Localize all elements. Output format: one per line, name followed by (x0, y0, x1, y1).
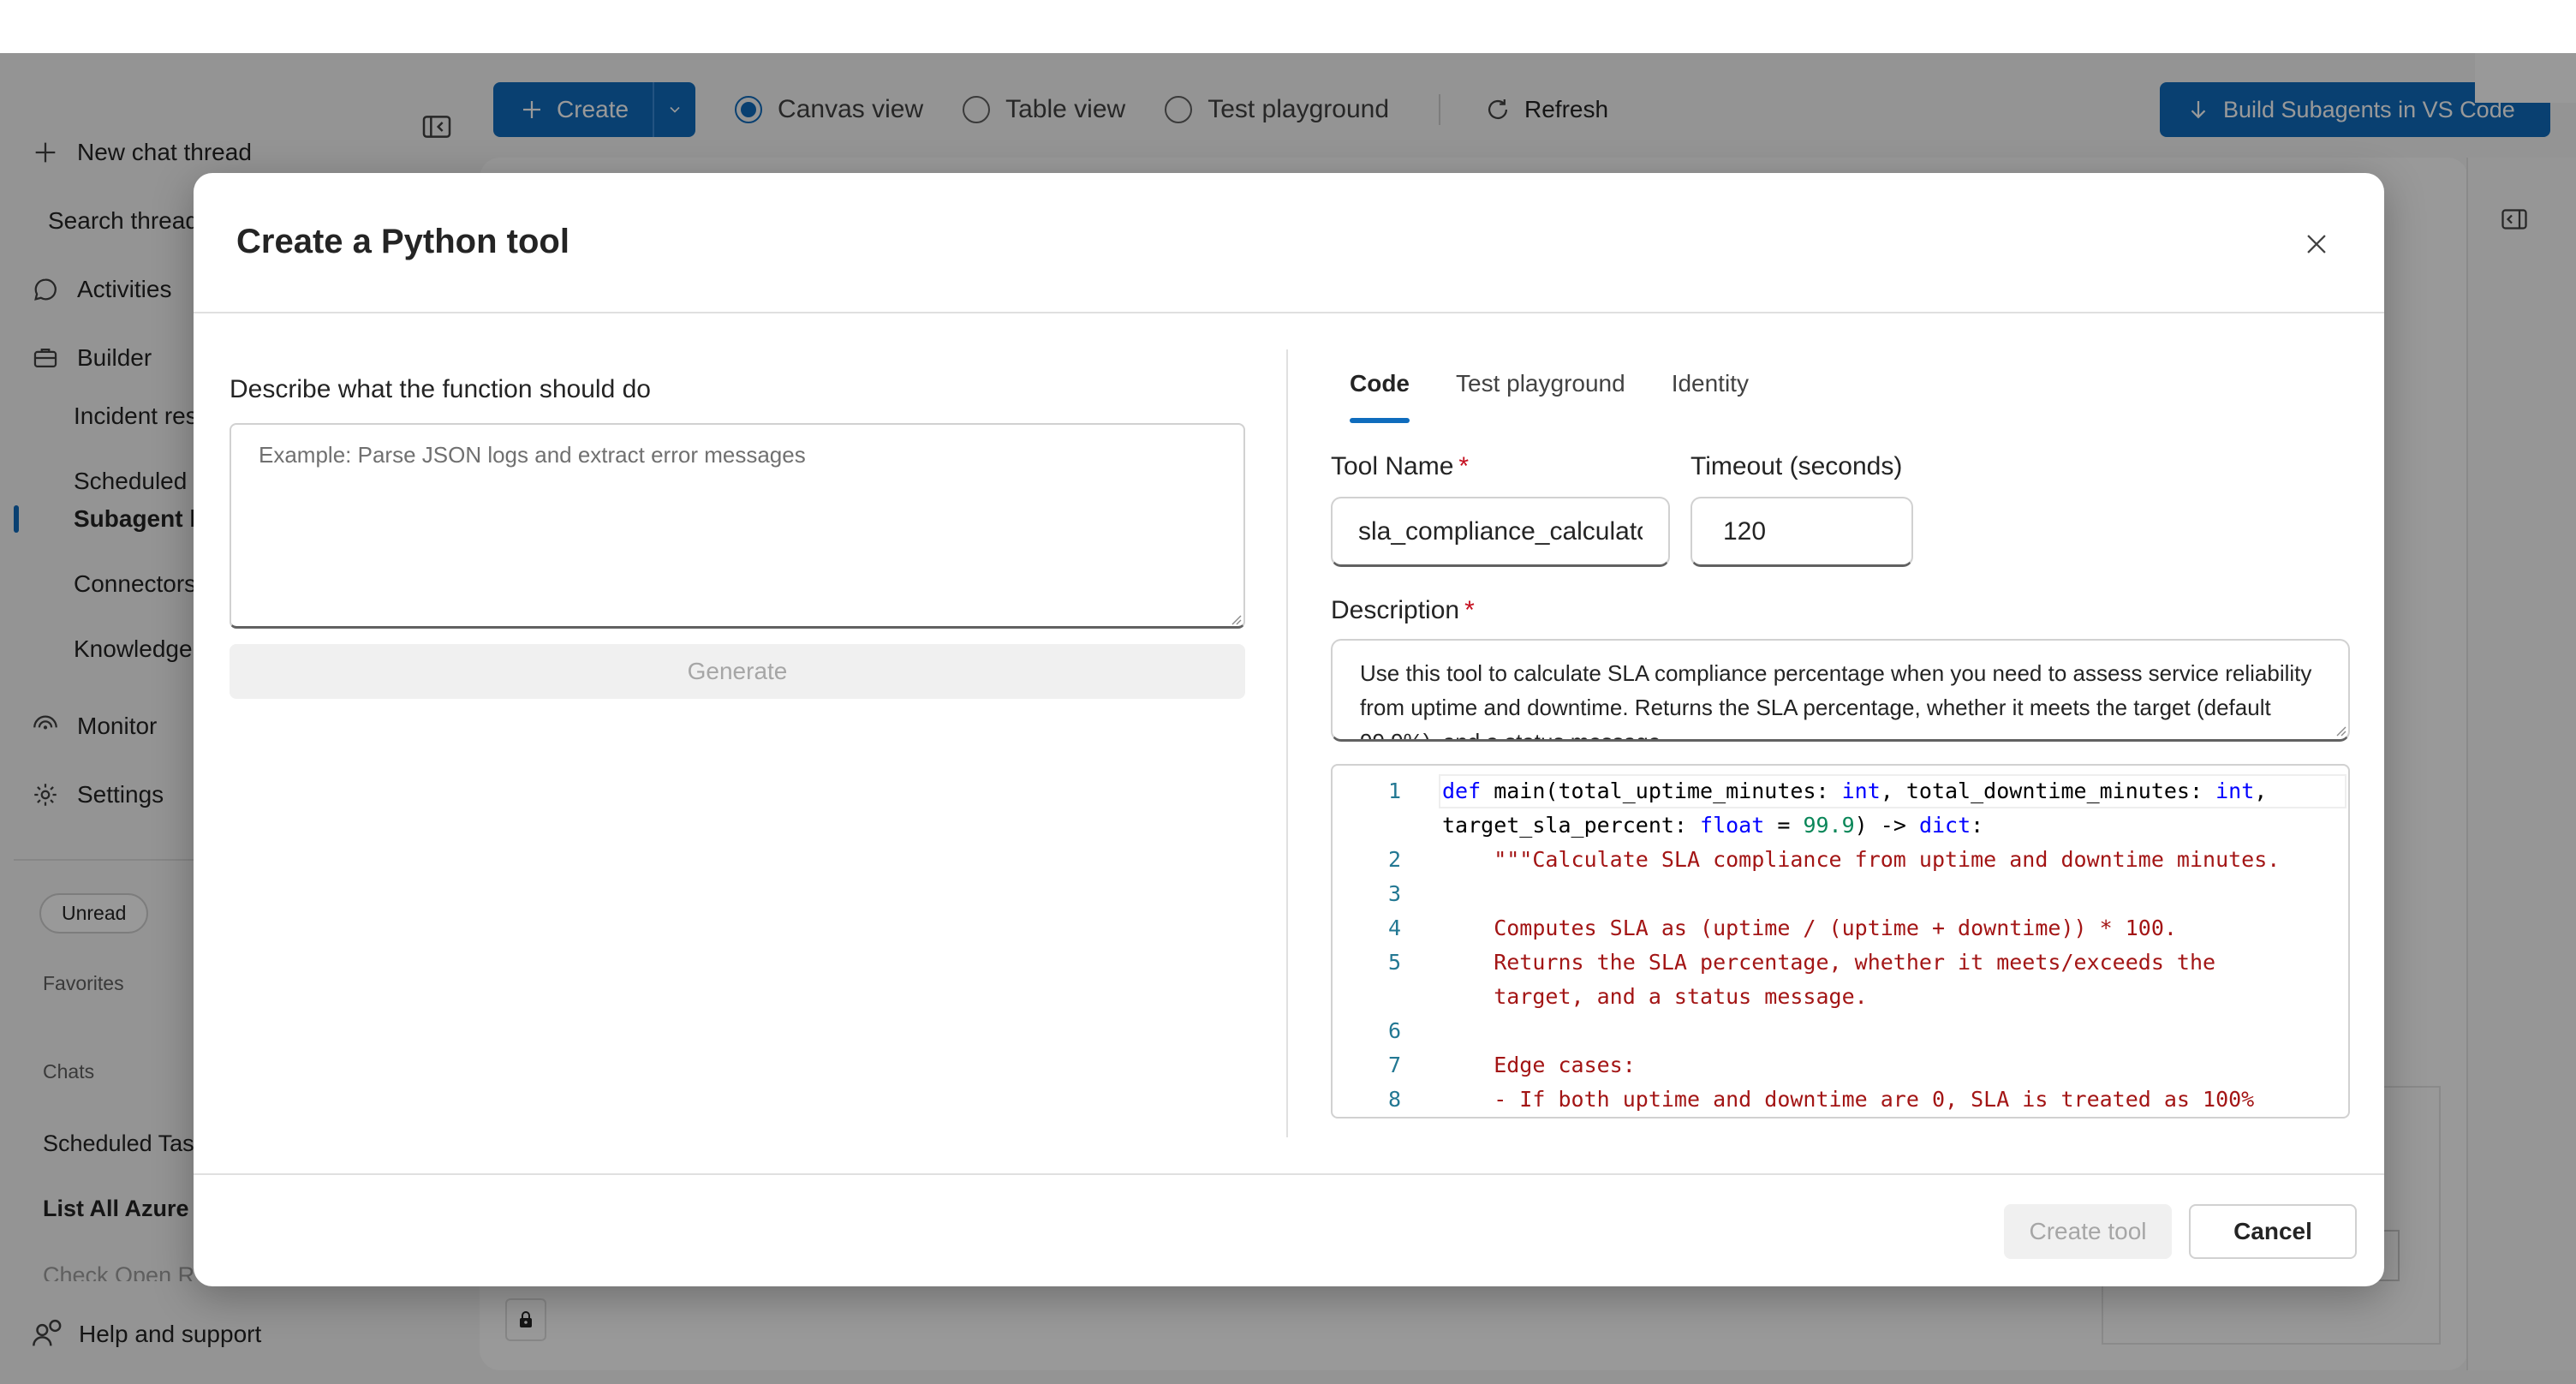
code-text: target_sla_percent: float = 99.9) -> dic… (1442, 813, 1984, 838)
line-number: 2 (1387, 847, 1401, 872)
line-number: 7 (1387, 1053, 1401, 1077)
code-text: - If both uptime and downtime are 0, SLA… (1442, 1087, 2255, 1112)
code-line: 2 """Calculate SLA compliance from uptim… (1333, 843, 2348, 877)
close-icon (2307, 235, 2326, 254)
code-line: target, and a status message. (1333, 980, 2348, 1014)
required-marker: * (1464, 596, 1475, 624)
column-divider (1286, 349, 1288, 1137)
line-number: 8 (1387, 1087, 1401, 1112)
browser-top-strip (0, 0, 2576, 53)
timeout-input[interactable] (1690, 497, 1913, 567)
description-text: Use this tool to calculate SLA complianc… (1360, 660, 2312, 742)
line-number: 6 (1387, 1018, 1401, 1043)
footer-divider (194, 1173, 2384, 1175)
code-line: target_sla_percent: float = 99.9) -> dic… (1333, 808, 2348, 843)
line-number: 3 (1387, 881, 1401, 906)
resize-handle-icon[interactable] (2333, 723, 2346, 737)
tab-identity[interactable]: Identity (1672, 370, 1749, 415)
code-text: Computes SLA as (uptime / (uptime + down… (1442, 916, 2177, 940)
line-number: 5 (1387, 950, 1401, 975)
code-line: 1 def main(total_uptime_minutes: int, tot… (1333, 774, 2348, 808)
tool-name-input[interactable] (1331, 497, 1670, 567)
tab-code[interactable]: Code (1350, 370, 1410, 423)
create-python-tool-dialog: Create a Python tool Describe what the f… (194, 173, 2384, 1286)
line-number: 1 (1387, 778, 1401, 803)
description-label-text: Description (1331, 596, 1460, 624)
generate-button[interactable]: Generate (230, 644, 1245, 699)
code-line: 8 - If both uptime and downtime are 0, S… (1333, 1083, 2348, 1117)
code-editor[interactable]: 1 def main(total_uptime_minutes: int, tot… (1331, 764, 2350, 1119)
code-text: target, and a status message. (1442, 984, 1868, 1009)
code-line: 3 (1333, 877, 2348, 911)
required-marker: * (1458, 452, 1470, 480)
dialog-title: Create a Python tool (236, 223, 569, 260)
code-line: 5 Returns the SLA percentage, whether it… (1333, 946, 2348, 980)
description-textarea[interactable]: Use this tool to calculate SLA complianc… (1331, 639, 2350, 742)
tool-name-label-text: Tool Name (1331, 452, 1454, 480)
code-text: """Calculate SLA compliance from uptime … (1442, 847, 2281, 872)
describe-function-input[interactable] (230, 423, 1245, 629)
close-dialog-button[interactable] (2295, 223, 2338, 265)
line-number: 4 (1387, 916, 1401, 940)
tab-test-playground[interactable]: Test playground (1456, 370, 1625, 415)
tool-tabs: Code Test playground Identity (1350, 370, 1749, 423)
describe-function-label: Describe what the function should do (230, 375, 651, 403)
code-line: 4 Computes SLA as (uptime / (uptime + do… (1333, 911, 2348, 946)
code-line: 6 (1333, 1014, 2348, 1048)
cancel-button[interactable]: Cancel (2189, 1204, 2357, 1259)
code-line: 7 Edge cases: (1333, 1048, 2348, 1083)
create-tool-button[interactable]: Create tool (2004, 1204, 2172, 1259)
timeout-label: Timeout (seconds) (1690, 452, 1903, 480)
header-divider (194, 312, 2384, 313)
code-text: Returns the SLA percentage, whether it m… (1442, 950, 2216, 975)
code-text: Edge cases: (1442, 1053, 1636, 1077)
code-text: def main(total_uptime_minutes: int, tota… (1442, 778, 2268, 803)
description-label: Description * (1331, 596, 1475, 625)
resize-handle-icon[interactable] (1228, 611, 1242, 625)
tool-name-label: Tool Name * (1331, 452, 1469, 481)
